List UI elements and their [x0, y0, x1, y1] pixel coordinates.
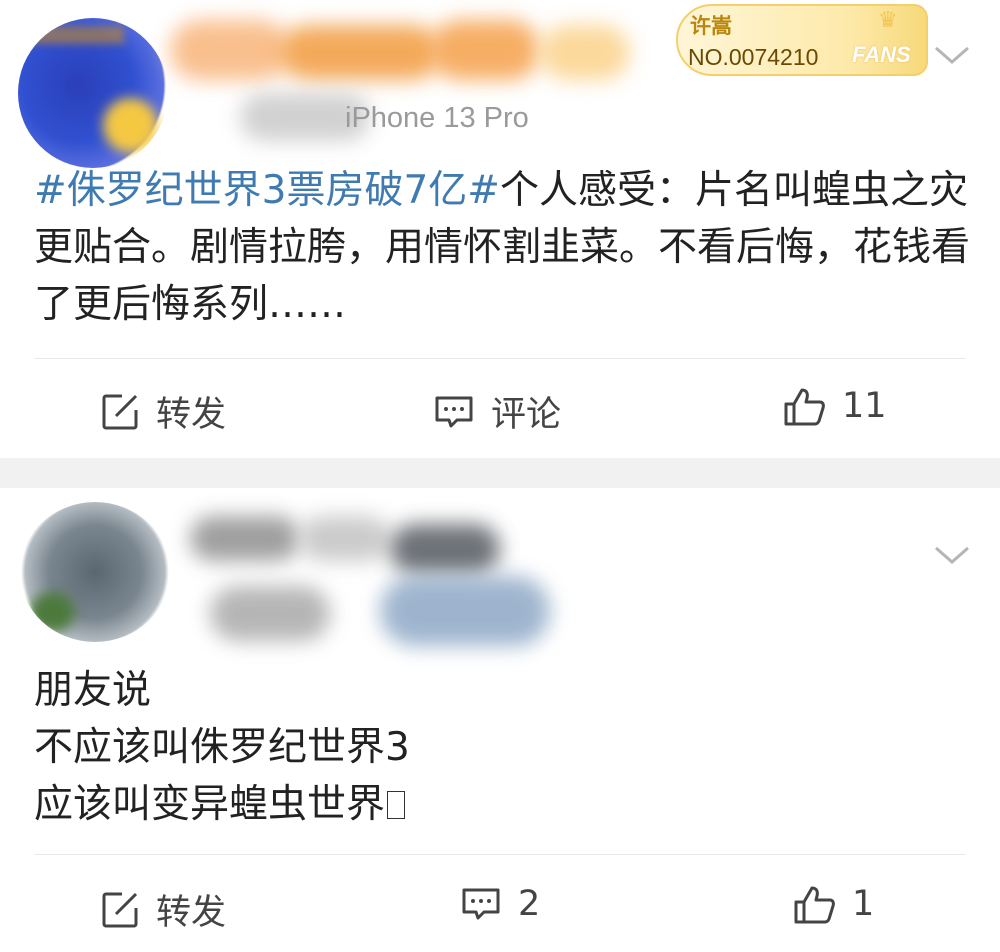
- chevron-down-icon[interactable]: [932, 540, 972, 570]
- comment-button[interactable]: 2: [460, 884, 540, 924]
- like-button[interactable]: 11: [782, 386, 887, 426]
- comment-label: 评论: [491, 395, 562, 435]
- username-redacted[interactable]: [180, 506, 580, 656]
- weibo-post-2: 朋友说 不应该叫侏罗纪世界3 应该叫变异蝗虫世界 转发 2 1: [0, 488, 1000, 952]
- device-label: iPhone 13 Pro: [345, 102, 529, 134]
- hashtag-link[interactable]: #侏罗纪世界3票房破7亿#: [34, 168, 500, 213]
- post-text-line: 朋友说: [34, 668, 152, 713]
- comment-count: 2: [518, 884, 541, 924]
- repost-button[interactable]: 转发: [100, 884, 226, 935]
- like-icon: [794, 886, 835, 924]
- post-text-line: 不应该叫侏罗纪世界3: [34, 725, 410, 770]
- repost-icon: [102, 394, 138, 429]
- divider: [34, 358, 966, 359]
- like-count: 11: [842, 386, 887, 426]
- comment-button[interactable]: 评论: [433, 386, 561, 437]
- avatar[interactable]: [18, 18, 168, 168]
- username-redacted[interactable]: [160, 10, 640, 100]
- like-icon: [784, 388, 825, 426]
- repost-label: 转发: [156, 395, 227, 435]
- post-content: 朋友说 不应该叫侏罗纪世界3 应该叫变异蝗虫世界: [34, 662, 934, 833]
- avatar[interactable]: [20, 502, 170, 642]
- post-text-line: 应该叫变异蝗虫世界: [34, 776, 934, 833]
- missing-emoji-icon: [387, 791, 406, 819]
- repost-icon: [102, 892, 138, 927]
- like-count: 1: [852, 884, 875, 924]
- divider: [34, 854, 966, 855]
- repost-label: 转发: [156, 893, 227, 933]
- comment-icon: [462, 888, 500, 920]
- fans-badge-name: 许嵩: [690, 14, 732, 38]
- fans-badge-label: FANS: [852, 42, 911, 67]
- post-text-line-text: 应该叫变异蝗虫世界: [34, 782, 386, 827]
- comment-icon: [435, 396, 473, 427]
- fans-badge-number: NO.0074210: [688, 44, 819, 70]
- weibo-post-1: iPhone 13 Pro 许嵩 NO.0074210 ♛ FANS #侏罗纪世…: [0, 0, 1000, 458]
- repost-button[interactable]: 转发: [100, 386, 226, 437]
- post-content: #侏罗纪世界3票房破7亿#个人感受：片名叫蝗虫之灾更贴合。剧情拉胯，用情怀割韭菜…: [34, 162, 974, 333]
- fans-badge[interactable]: 许嵩 NO.0074210 ♛ FANS: [676, 4, 928, 76]
- like-button[interactable]: 1: [792, 884, 874, 924]
- crown-icon: ♛: [878, 8, 898, 33]
- post-separator: [0, 458, 1000, 488]
- chevron-down-icon[interactable]: [932, 40, 972, 70]
